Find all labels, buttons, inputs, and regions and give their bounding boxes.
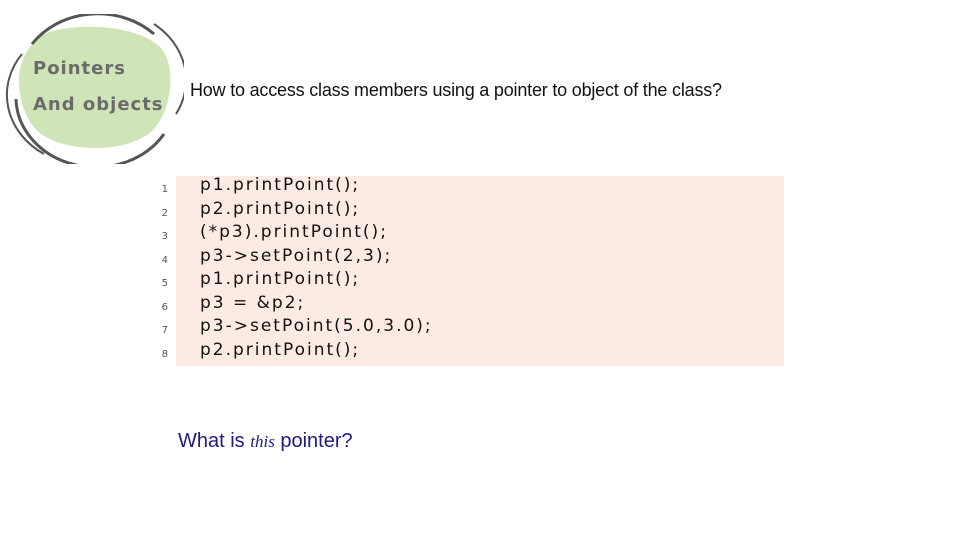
line-number: 1 xyxy=(161,184,168,195)
code-line: p3 = &p2; xyxy=(200,292,306,313)
logo-title: Pointers xyxy=(33,58,126,79)
code-line: p2.printPoint(); xyxy=(200,339,361,360)
footer-keyword: this xyxy=(250,432,275,451)
logo-graphic xyxy=(5,14,184,164)
code-line: p2.printPoint(); xyxy=(200,198,361,219)
line-number: 5 xyxy=(161,278,168,289)
code-line: p3->setPoint(5.0,3.0); xyxy=(200,316,433,336)
code-lines: p1.printPoint(); p2.printPoint(); (*p3).… xyxy=(200,174,433,362)
code-line: p1.printPoint(); xyxy=(200,175,361,195)
line-number: 4 xyxy=(161,254,168,266)
code-line: p1.printPoint(); xyxy=(200,269,361,289)
line-number: 3 xyxy=(161,231,168,242)
logo-subtitle: And objects xyxy=(33,94,164,115)
logo: Pointers And objects xyxy=(4,14,184,164)
line-numbers: 1 2 3 4 5 6 7 8 xyxy=(150,178,168,366)
footer-question: What is this pointer? xyxy=(178,430,353,453)
question-text: How to access class members using a poin… xyxy=(190,80,722,100)
line-number: 6 xyxy=(161,301,168,313)
line-number: 2 xyxy=(161,207,168,219)
code-line: (*p3).printPoint(); xyxy=(200,222,388,242)
line-number: 8 xyxy=(161,348,168,360)
code-line: p3->setPoint(2,3); xyxy=(200,245,393,266)
line-number: 7 xyxy=(161,325,168,336)
footer-text-before: What is xyxy=(178,430,251,452)
footer-text-after: pointer? xyxy=(274,430,353,452)
